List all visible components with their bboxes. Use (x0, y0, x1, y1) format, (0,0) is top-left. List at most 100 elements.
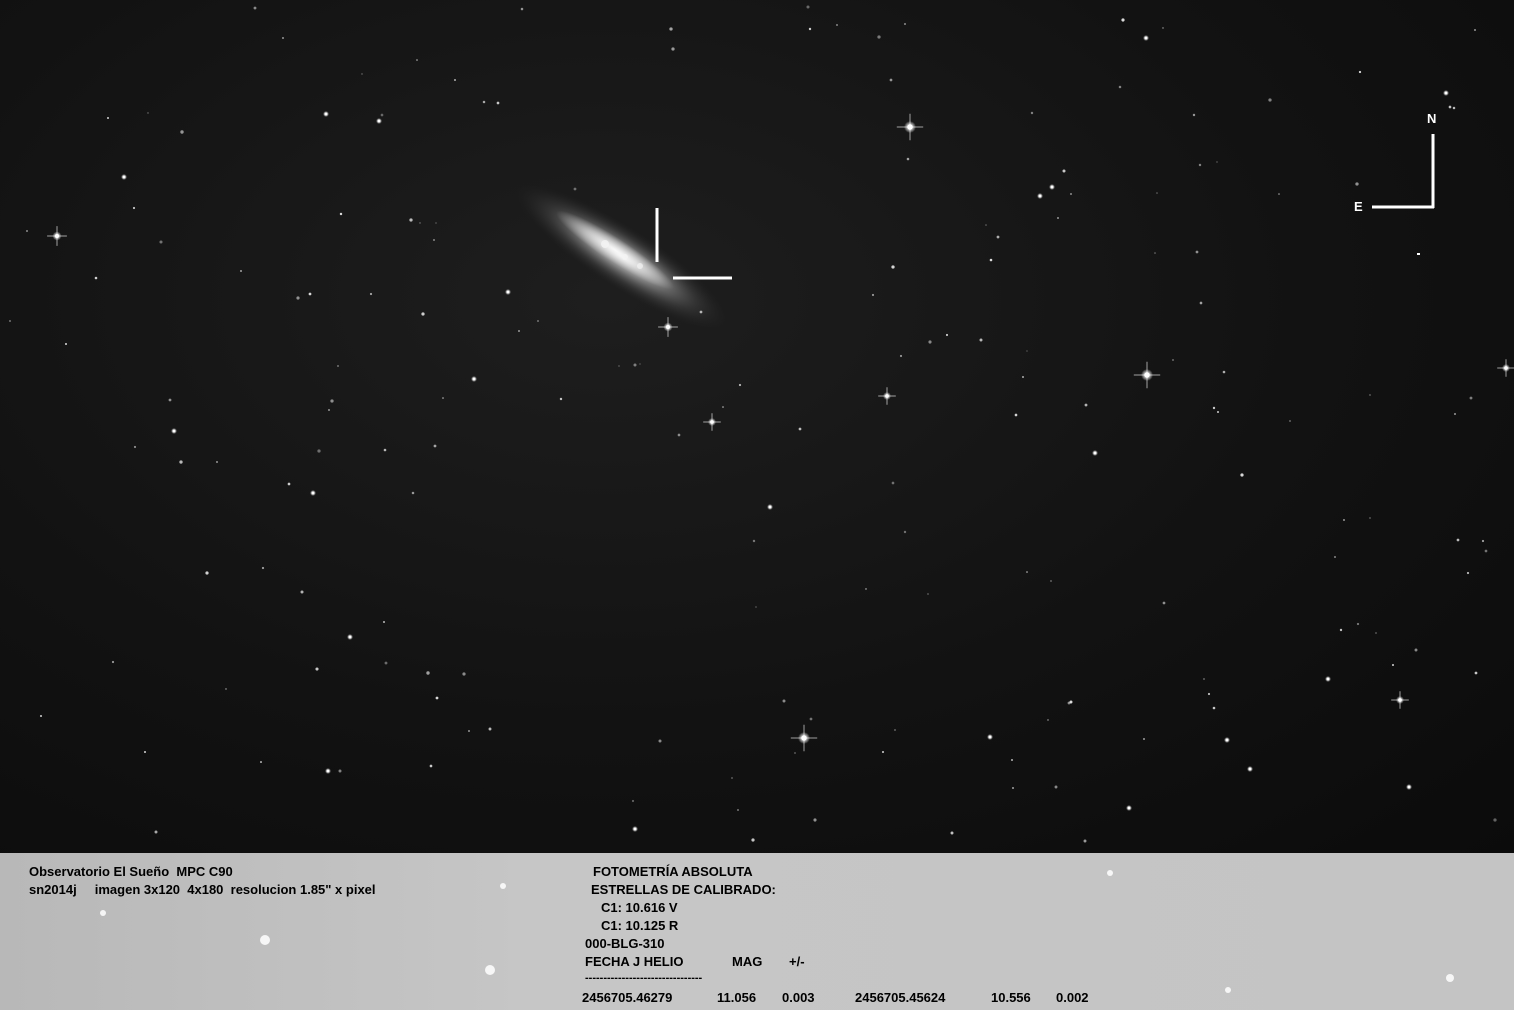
faint-star (1414, 648, 1418, 652)
faint-star (722, 406, 724, 408)
faint-star (699, 310, 703, 314)
faint-star (1118, 85, 1122, 89)
faint-star (1493, 818, 1497, 822)
faint-star (671, 47, 675, 51)
faint-star (1355, 182, 1359, 186)
faint-star (1369, 394, 1371, 396)
faint-star (179, 460, 183, 464)
faint-star (1011, 786, 1015, 790)
faint-star (751, 838, 755, 842)
star-core (122, 175, 126, 179)
astro-image-frame: N E Observatorio El Sueño MPC C90 sn2014… (0, 0, 1514, 1010)
photometry-title: FOTOMETRÍA ABSOLUTA (593, 864, 753, 879)
star-core (472, 377, 476, 381)
faint-star (881, 750, 885, 754)
stars (8, 5, 1514, 843)
faint-star (633, 363, 637, 367)
faint-star (573, 187, 577, 191)
star-core (172, 429, 176, 433)
faint-star (865, 588, 867, 590)
faint-star (1268, 98, 1272, 102)
calibration-r: C1: 10.125 R (601, 918, 679, 933)
faint-star (205, 571, 209, 575)
faint-star (618, 365, 620, 367)
row1-err: 0.003 (782, 990, 815, 1005)
faint-star (260, 761, 262, 763)
faint-star (1062, 169, 1066, 173)
star-core (506, 290, 510, 294)
faint-star (1343, 519, 1345, 521)
faint-star (225, 688, 227, 690)
faint-star (1484, 549, 1488, 553)
faint-star (1026, 350, 1028, 352)
faint-star (1278, 193, 1280, 195)
faint-star (94, 276, 98, 280)
faint-star (1154, 252, 1156, 254)
faint-star (1198, 163, 1202, 167)
faint-star (1056, 216, 1060, 220)
faint-star (520, 7, 524, 11)
faint-star (1162, 601, 1166, 605)
star-core (1225, 738, 1229, 742)
sky-canvas (8, 5, 1514, 843)
faint-star (1199, 301, 1203, 305)
faint-star (1030, 111, 1034, 115)
faint-star (1121, 18, 1125, 22)
faint-star (488, 727, 492, 731)
faint-star (1047, 719, 1049, 721)
column-header-date: FECHA J HELIO (585, 954, 684, 969)
galaxy (515, 184, 729, 330)
star-core (1127, 806, 1131, 810)
faint-star (180, 130, 184, 134)
faint-star (1339, 628, 1343, 632)
faint-star (1050, 580, 1052, 582)
faint-star (1011, 759, 1013, 761)
faint-star (433, 444, 437, 448)
faint-star (794, 752, 796, 754)
faint-star (168, 398, 172, 402)
faint-star (950, 831, 954, 835)
row2-mag: 10.556 (991, 990, 1031, 1005)
faint-star (296, 296, 300, 300)
faint-star (1172, 359, 1174, 361)
faint-star (64, 342, 68, 346)
star-core (311, 491, 315, 495)
faint-star (300, 590, 304, 594)
faint-star (429, 764, 433, 768)
faint-star (1156, 192, 1158, 194)
faint-star (927, 593, 929, 595)
faint-star (383, 448, 387, 452)
star-core (1407, 785, 1411, 789)
faint-star (808, 27, 812, 31)
faint-star (435, 696, 439, 700)
faint-star (1216, 161, 1218, 163)
faint-star (26, 230, 28, 232)
faint-star (889, 78, 893, 82)
faint-star (308, 292, 312, 296)
faint-star (639, 363, 641, 365)
faint-star (1070, 193, 1072, 195)
faint-star (330, 399, 334, 403)
faint-star (468, 730, 470, 732)
star-core (324, 112, 328, 116)
faint-star (891, 265, 895, 269)
faint-star (755, 606, 757, 608)
faint-star (928, 340, 932, 344)
faint-star (658, 739, 662, 743)
column-header-err: +/- (789, 954, 805, 969)
faint-star (421, 312, 425, 316)
faint-star (216, 461, 218, 463)
panel-star (500, 883, 506, 889)
star-core (1050, 185, 1054, 189)
faint-star (1334, 556, 1336, 558)
row2-err: 0.002 (1056, 990, 1089, 1005)
faint-star (782, 699, 786, 703)
faint-star (409, 218, 413, 222)
faint-star (1216, 410, 1220, 414)
faint-star (39, 714, 43, 718)
faint-star (1481, 539, 1485, 543)
faint-star (518, 330, 520, 332)
star-core (1093, 451, 1097, 455)
compass-arrows (1372, 134, 1435, 209)
faint-star (737, 809, 739, 811)
